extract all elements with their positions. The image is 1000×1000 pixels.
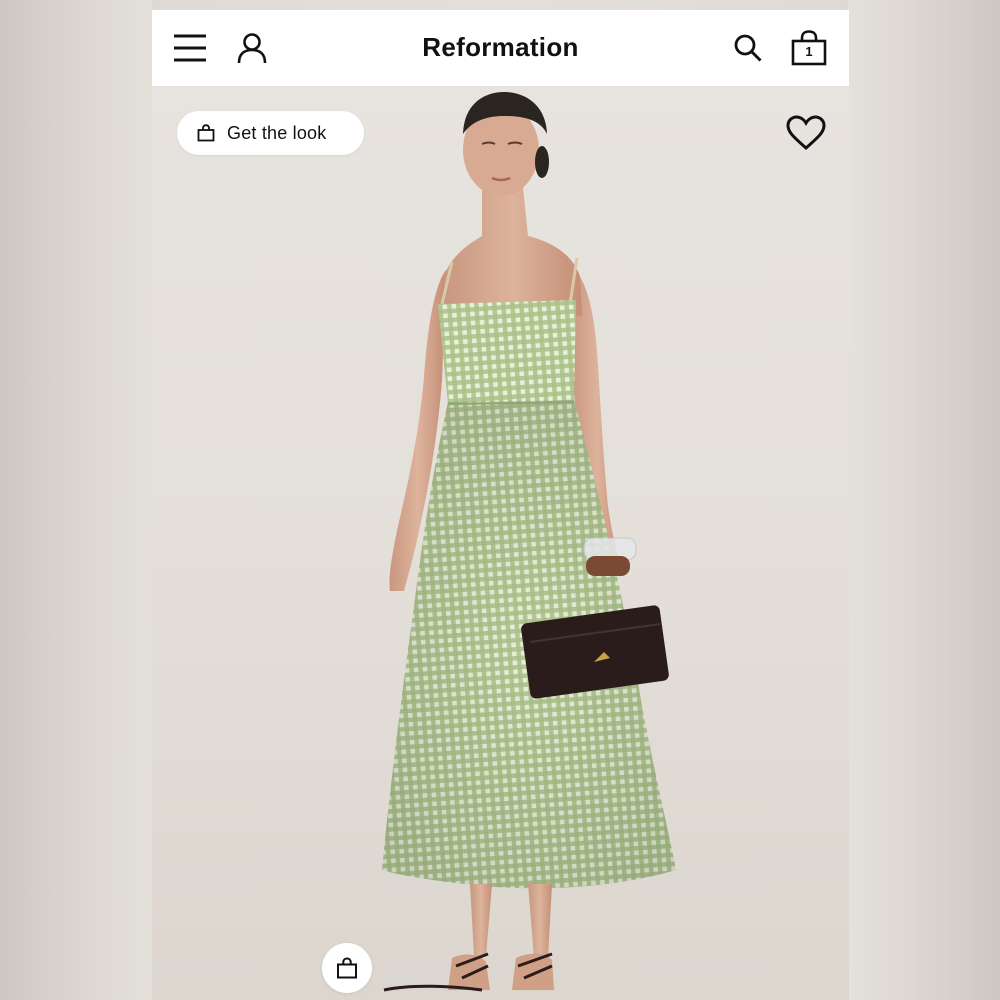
heart-icon <box>786 115 826 151</box>
bag-count-badge: 1 <box>805 44 813 59</box>
model-photo <box>382 92 676 992</box>
search-button[interactable] <box>728 28 768 68</box>
shopping-bag-button[interactable]: 1 <box>789 28 829 68</box>
get-the-look-button[interactable]: Get the look <box>177 111 364 155</box>
phone-screen: Reformation 1 Get the look <box>152 10 849 1000</box>
get-the-look-label: Get the look <box>227 122 327 143</box>
backdrop-left <box>0 0 152 1000</box>
shopping-bag-icon <box>337 957 357 979</box>
quick-add-to-bag-button[interactable] <box>322 943 372 993</box>
search-icon <box>734 34 762 62</box>
wishlist-button[interactable] <box>784 111 828 155</box>
product-hero-image[interactable]: Get the look <box>152 86 849 1000</box>
backdrop-right <box>848 0 1000 1000</box>
shopping-bag-icon <box>197 124 215 142</box>
site-header: Reformation 1 <box>152 10 849 86</box>
